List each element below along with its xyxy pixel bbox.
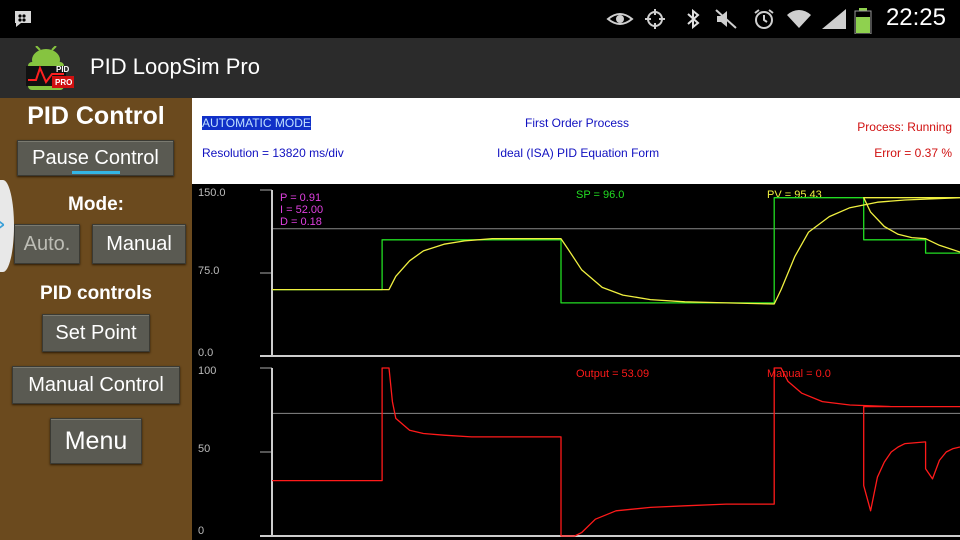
blackberry-messenger-icon (12, 8, 34, 30)
process-chart: 150.0 75.0 0.0 P = 0.91 I = 52.00 D = 0.… (198, 187, 960, 359)
pause-control-button[interactable]: Pause Control (17, 140, 174, 176)
y-tick-label: 0 (198, 525, 204, 537)
error-value: Error = 0.37 % (874, 146, 952, 160)
manual-control-label: Manual Control (28, 374, 164, 396)
menu-label: Menu (64, 427, 128, 455)
equation-form: Ideal (ISA) PID Equation Form (497, 146, 660, 160)
status-bar: 22:25 (0, 0, 960, 38)
i-param-label: I = 52.00 (280, 204, 323, 216)
p-param-label: P = 0.91 (280, 192, 321, 204)
action-bar: PID PRO PID LoopSim Pro (0, 38, 960, 100)
sidebar-heading: PID Control (27, 102, 165, 130)
pv-series-line (272, 197, 960, 305)
y-tick-label: 100 (198, 365, 216, 377)
focus-indicator (72, 171, 120, 174)
pv-readout: PV = 95.43 (767, 189, 822, 201)
output-chart: 100 50 0 Output = 53.09 Manual = 0.0 (198, 365, 960, 537)
bluetooth-icon (682, 8, 704, 30)
pause-control-label: Pause Control (32, 147, 159, 169)
eye-icon (606, 8, 634, 30)
set-point-button[interactable]: Set Point (42, 314, 150, 352)
y-tick-label: 150.0 (198, 187, 226, 199)
manual-mode-label: Manual (106, 233, 172, 255)
manual-control-button[interactable]: Manual Control (12, 366, 180, 404)
pid-controls-heading: PID controls (40, 283, 152, 304)
y-tick-label: 75.0 (198, 265, 219, 277)
sp-series-line (272, 197, 960, 304)
battery-icon (854, 8, 872, 35)
sp-readout: SP = 96.0 (576, 189, 624, 201)
status-clock: 22:25 (885, 4, 946, 31)
menu-button[interactable]: Menu (50, 418, 142, 464)
sidebar: PID Control Pause Control Mode: Auto. Ma… (0, 98, 192, 540)
mode-heading: Mode: (68, 194, 124, 215)
logo-pro-badge: PRO (55, 78, 72, 87)
manual-readout: Manual = 0.0 (767, 368, 831, 380)
resolution: Resolution = 13820 ms/div (202, 146, 344, 160)
mute-icon (714, 8, 737, 30)
auto-mode-button[interactable]: Auto. (14, 224, 80, 264)
mode-status: AUTOMATIC MODE (202, 116, 311, 130)
output-series-line (272, 367, 960, 537)
info-panel: AUTOMATIC MODE First Order Process Proce… (192, 98, 960, 184)
output-readout: Output = 53.09 (576, 368, 649, 380)
y-tick-label: 50 (198, 443, 210, 455)
charts-area: 150.0 75.0 0.0 P = 0.91 I = 52.00 D = 0.… (198, 187, 960, 537)
main-panel: AUTOMATIC MODE First Order Process Proce… (192, 98, 960, 540)
app-title: PID LoopSim Pro (90, 54, 260, 79)
app-logo-icon[interactable]: PID PRO (22, 45, 80, 92)
auto-mode-label: Auto. (23, 233, 71, 255)
process-state: Process: Running (857, 120, 952, 134)
gps-icon (640, 8, 670, 30)
logo-pid-text: PID (56, 65, 70, 74)
chevron-right-icon: › (0, 214, 5, 235)
process-type: First Order Process (525, 116, 630, 130)
wifi-icon (786, 8, 812, 30)
alarm-icon (752, 8, 774, 30)
manual-mode-button[interactable]: Manual (92, 224, 186, 264)
y-tick-label: 0.0 (198, 347, 213, 359)
d-param-label: D = 0.18 (280, 216, 322, 228)
set-point-label: Set Point (55, 322, 137, 344)
signal-icon (820, 8, 848, 30)
